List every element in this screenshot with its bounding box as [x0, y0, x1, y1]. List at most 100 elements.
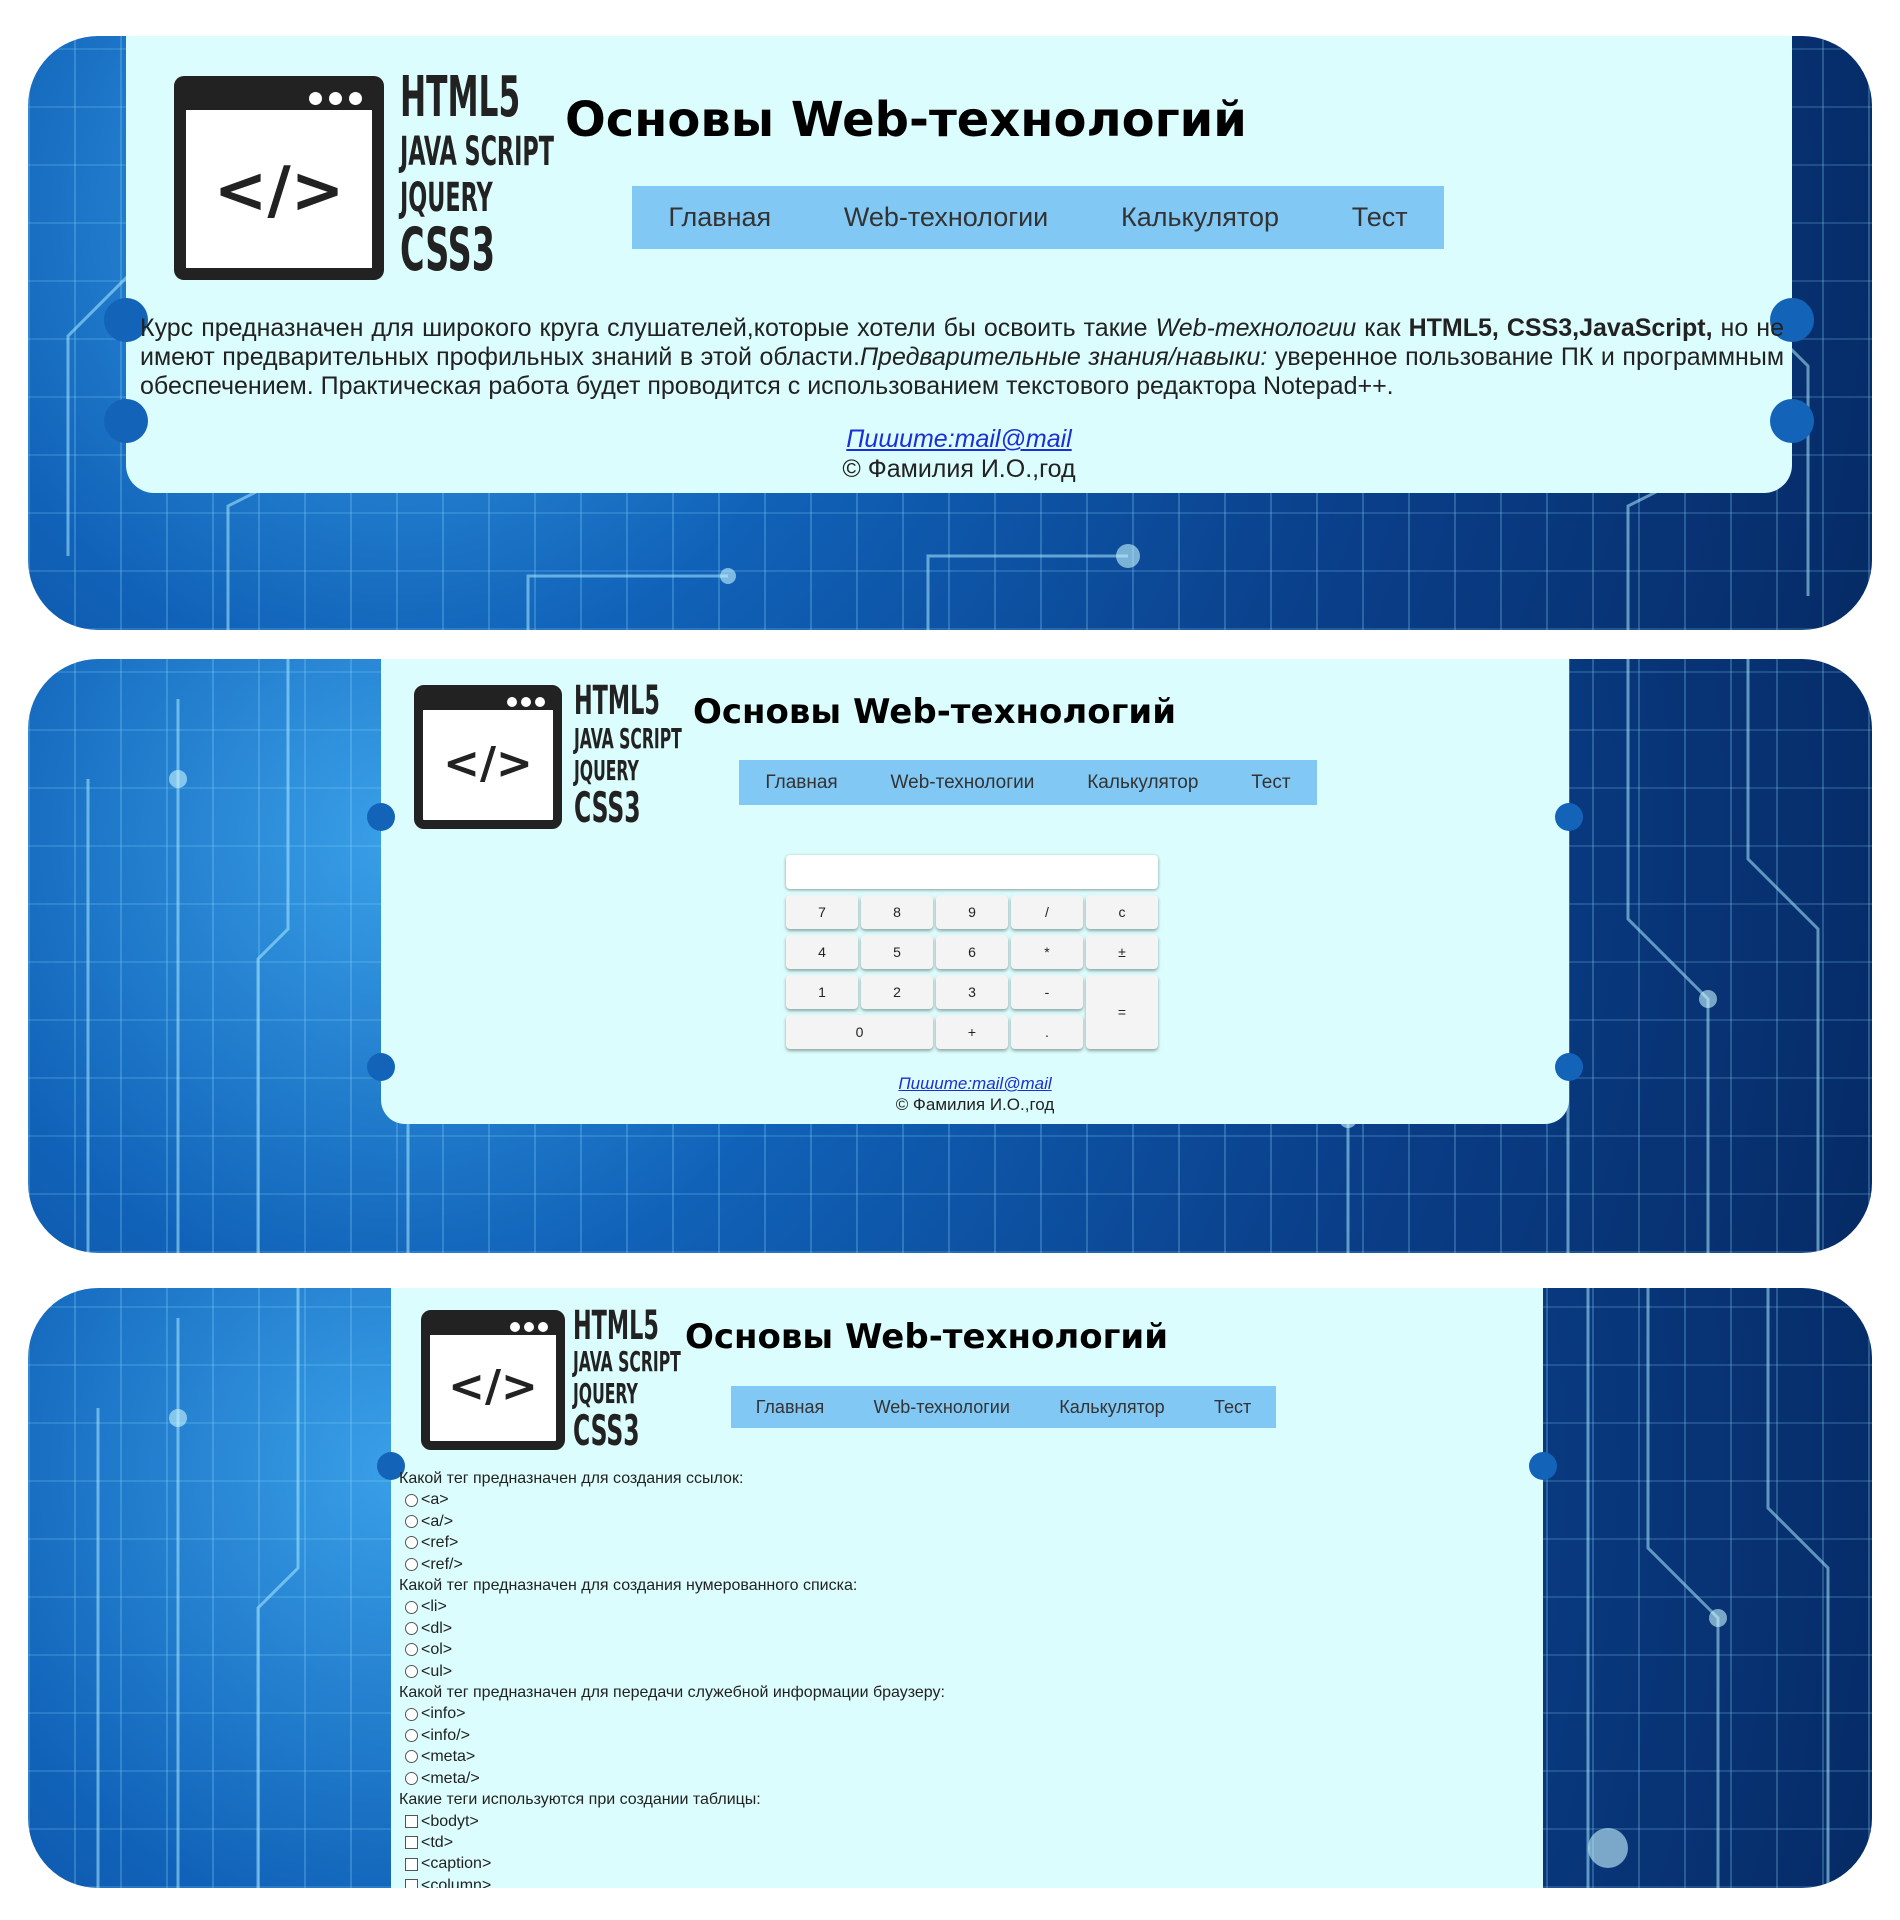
nav-item-web-tech[interactable]: Web-технологии: [874, 1397, 1010, 1418]
option-label: <ref>: [421, 1534, 459, 1552]
screenshot-home: </> HTML5 JAVA SCRIPT JQUERY CSS3 Основы…: [28, 36, 1872, 630]
logo-code: </>: [448, 1361, 538, 1412]
intro-strong-techs: HTML5, CSS3,JavaScript,: [1408, 314, 1713, 342]
radio-button[interactable]: [405, 1557, 418, 1571]
key-divide[interactable]: /: [1011, 895, 1083, 929]
key-5[interactable]: 5: [861, 935, 933, 969]
answer-option[interactable]: <li>: [399, 1596, 1519, 1617]
radio-button[interactable]: [405, 1643, 418, 1657]
answer-option[interactable]: <ol>: [399, 1639, 1519, 1660]
nav-item-home[interactable]: Главная: [668, 202, 771, 233]
nav-item-home[interactable]: Главная: [765, 772, 837, 794]
key-7[interactable]: 7: [786, 895, 858, 929]
option-label: <a>: [421, 1491, 449, 1509]
answer-option[interactable]: <meta/>: [399, 1768, 1519, 1789]
intro-emphasis-prereq: Предварительные знания/навыки:: [859, 342, 1268, 371]
answer-option[interactable]: <dl>: [399, 1618, 1519, 1639]
radio-button[interactable]: [405, 1664, 418, 1678]
logo-line-jquery: JQUERY: [574, 754, 639, 787]
nav-item-home[interactable]: Главная: [756, 1397, 825, 1418]
option-label: <ol>: [421, 1641, 453, 1659]
nav-item-test[interactable]: Тест: [1214, 1397, 1251, 1418]
key-minus[interactable]: -: [1011, 975, 1083, 1009]
checkbox[interactable]: [405, 1836, 418, 1850]
key-0[interactable]: 0: [786, 1015, 933, 1049]
key-clear[interactable]: c: [1086, 895, 1158, 929]
radio-button[interactable]: [405, 1493, 418, 1507]
answer-option[interactable]: <td>: [399, 1832, 1519, 1853]
answer-option[interactable]: <info/>: [399, 1725, 1519, 1746]
answer-option[interactable]: <ul>: [399, 1661, 1519, 1682]
checkbox[interactable]: [405, 1857, 418, 1871]
nav-item-test[interactable]: Тест: [1251, 772, 1290, 794]
code-window-icon: </>: [421, 1310, 565, 1450]
radio-button[interactable]: [405, 1536, 418, 1550]
question-3: Какой тег предназначен для передачи служ…: [399, 1684, 945, 1702]
intro-text-1: Курс предназначен для широкого круга слу…: [140, 314, 1156, 342]
contact-email-link[interactable]: Пишите:mail@mail: [381, 1073, 1569, 1094]
nav-item-calculator[interactable]: Калькулятор: [1059, 1397, 1164, 1418]
nav-item-web-tech[interactable]: Web-технологии: [891, 772, 1035, 794]
radio-button[interactable]: [405, 1771, 418, 1785]
key-decimal[interactable]: .: [1011, 1015, 1083, 1049]
checkbox[interactable]: [405, 1814, 418, 1828]
key-9[interactable]: 9: [936, 895, 1008, 929]
answer-option[interactable]: <info>: [399, 1703, 1519, 1724]
key-6[interactable]: 6: [936, 935, 1008, 969]
logo-line-html5: HTML5: [573, 1303, 659, 1349]
question-4: Какие теги используются при создании таб…: [399, 1791, 761, 1809]
page-title: Основы Web-технологий: [693, 692, 1177, 732]
option-label: <ul>: [421, 1662, 453, 1680]
option-label: <li>: [421, 1598, 447, 1616]
answer-option[interactable]: <ref/>: [399, 1554, 1519, 1575]
logo-line-jquery: JQUERY: [400, 175, 493, 221]
key-equals[interactable]: =: [1086, 975, 1158, 1049]
radio-button[interactable]: [405, 1729, 418, 1743]
key-4[interactable]: 4: [786, 935, 858, 969]
main-nav: Главная Web-технологии Калькулятор Тест: [731, 1386, 1276, 1428]
option-label: <info>: [421, 1705, 466, 1723]
answer-option[interactable]: <a>: [399, 1489, 1519, 1510]
key-1[interactable]: 1: [786, 975, 858, 1009]
site-logo[interactable]: </> HTML5 JAVA SCRIPT JQUERY CSS3: [174, 70, 554, 280]
logo-line-css3: CSS3: [574, 783, 641, 832]
nav-item-web-tech[interactable]: Web-технологии: [844, 202, 1048, 233]
radio-button[interactable]: [405, 1707, 418, 1721]
radio-button[interactable]: [405, 1600, 418, 1614]
site-logo[interactable]: </> HTML5 JAVA SCRIPT JQUERY CSS3: [414, 678, 682, 832]
site-logo[interactable]: </> HTML5 JAVA SCRIPT JQUERY CSS3: [421, 1306, 681, 1456]
radio-button[interactable]: [405, 1622, 418, 1636]
radio-button[interactable]: [405, 1750, 418, 1764]
screenshot-calculator: </> HTML5 JAVA SCRIPT JQUERY CSS3 Основы…: [28, 659, 1872, 1253]
nav-item-calculator[interactable]: Калькулятор: [1087, 772, 1198, 794]
key-2[interactable]: 2: [861, 975, 933, 1009]
key-3[interactable]: 3: [936, 975, 1008, 1009]
option-label: <td>: [421, 1833, 454, 1851]
logo-line-html5: HTML5: [574, 678, 660, 724]
answer-option[interactable]: <caption>: [399, 1853, 1519, 1874]
question-2: Какой тег предназначен для создания нуме…: [399, 1577, 858, 1595]
answer-option[interactable]: <ref>: [399, 1532, 1519, 1553]
answer-option[interactable]: <bodyt>: [399, 1811, 1519, 1832]
logo-line-jquery: JQUERY: [573, 1377, 638, 1410]
nav-item-test[interactable]: Тест: [1352, 202, 1408, 233]
key-8[interactable]: 8: [861, 895, 933, 929]
key-plus-minus[interactable]: ±: [1086, 935, 1158, 969]
nav-item-calculator[interactable]: Калькулятор: [1121, 202, 1279, 233]
contact-email-link[interactable]: Пишите:mail@mail: [126, 424, 1792, 454]
checkbox[interactable]: [405, 1878, 418, 1888]
key-multiply[interactable]: *: [1011, 935, 1083, 969]
key-plus[interactable]: +: [936, 1015, 1008, 1049]
logo-code: </>: [213, 154, 345, 228]
answer-option[interactable]: <column>: [399, 1875, 1519, 1888]
page-title: Основы Web-технологий: [685, 1317, 1169, 1357]
answer-option[interactable]: <meta>: [399, 1746, 1519, 1767]
screenshot-test: </> HTML5 JAVA SCRIPT JQUERY CSS3 Основы…: [28, 1288, 1872, 1888]
intro-text-2: как: [1356, 314, 1409, 342]
main-nav: Главная Web-технологии Калькулятор Тест: [632, 186, 1444, 249]
radio-button[interactable]: [405, 1515, 418, 1529]
calculator-display[interactable]: [786, 855, 1158, 889]
code-window-icon: </>: [414, 685, 562, 829]
option-label: <dl>: [421, 1619, 453, 1637]
answer-option[interactable]: <a/>: [399, 1511, 1519, 1532]
